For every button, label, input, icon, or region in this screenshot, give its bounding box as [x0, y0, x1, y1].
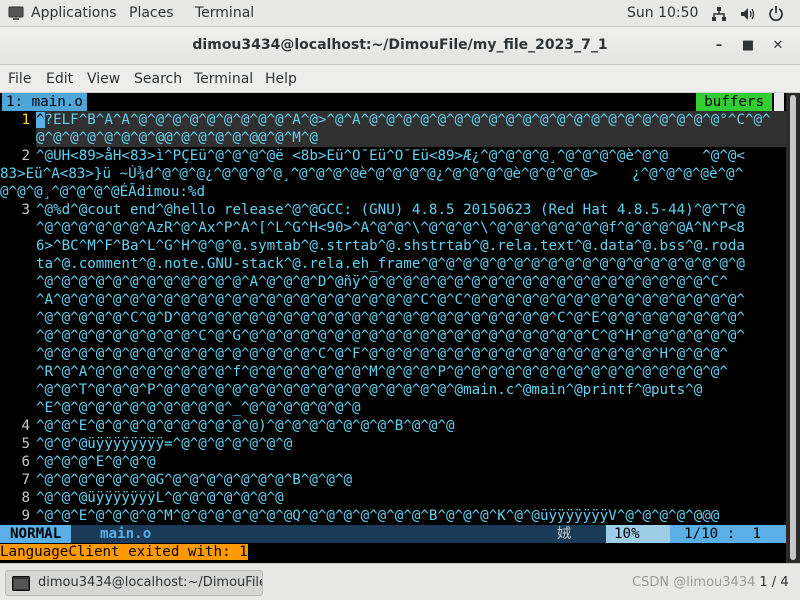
buffer-line-wrap[interactable]: 6>^BC^M^F^Ba^L^G^H^@^@^@.symtab^@.strtab…	[0, 237, 745, 255]
buffer-line[interactable]: 7 ^@^@^@^@^@^@^@G^@^@^@^@^@^@^@^B^@^@^@	[0, 471, 352, 489]
terminal-app-menu[interactable]: Terminal	[195, 5, 254, 21]
power-icon[interactable]	[768, 5, 784, 21]
line-text: ^E^@^@^@^@^@^@^@^@^@^@^_^@^@^@^@^@^@^@	[36, 400, 361, 416]
line-text: ^@^@^@^@^@^@^@^@^@^@^@^@^A^@^@^@^D^@ñÿ^@…	[36, 274, 728, 290]
buffer-line-wrap[interactable]: ^E^@^@^@^@^@^@^@^@^@^@^_^@^@^@^@^@^@^@	[0, 399, 361, 417]
buffer-line[interactable]: 1 ^?ELF^B^A^A^@^@^@^@^@^@^@^@^@^A^@>^@^A^…	[0, 111, 771, 129]
buffer-line[interactable]: 4 ^@^@^E^@^@^@^@^@^@^@^@^@^@)^@^@^@^@^@^@…	[0, 417, 455, 435]
vim-tabline: 1: main.o buffers	[0, 93, 786, 111]
clock[interactable]: Sun 10:50	[627, 5, 698, 21]
line-text: ^@^@^@^@^@^@^@^@^@^@^@^@^@^@^@^@^C^@^F^@…	[36, 346, 728, 362]
menu-search[interactable]: Search	[134, 71, 182, 87]
bottom-taskbar: dimou3434@localhost:~/DimouFile/... CSDN…	[0, 563, 800, 600]
line-text: ^@^@^@üÿÿÿÿÿÿÿÿ=^@^@^@^@^@^@^@	[36, 436, 293, 452]
buffers-label: buffers	[696, 93, 772, 111]
line-text: 83>Eü^A<83>}ü ~Ú¾d^@^@^@¿^@^@^@^@¸^@^@^@…	[0, 166, 744, 182]
minimize-button[interactable]: –	[711, 38, 727, 54]
buffer-line-wrap[interactable]: ^@^@^T^@^@^@^P^@^@^@^@^@^@^@^@^@^@^@^@^@…	[0, 381, 702, 399]
buffer-line-wrap[interactable]: @^@^@¸^@^@^@^@ÉÃdimou:%d	[0, 183, 205, 201]
buffer-line-wrap[interactable]: ^@^@^@^@^@^@^@^@^@^@^@^@^@^@^@^@^C^@^F^@…	[0, 345, 728, 363]
line-text: ^@^@^E^@^@^@^@^M^@^@^@^@^@^@^@Q^@^@^@^@^…	[36, 508, 720, 524]
menu-file[interactable]: File	[8, 71, 31, 87]
line-number: 1	[21, 112, 30, 128]
buffer-line-wrap[interactable]: ^@^@^@^@^@^@^AzR^@^Ax^P^A^[^L^G^H<90>^A^…	[0, 219, 745, 237]
status-percent: 10%	[606, 525, 670, 543]
buffer-line[interactable]: 8 ^@^@^@üÿÿÿÿÿÿÿL^@^@^@^@^@^@^@	[0, 489, 284, 507]
line-number: 2	[21, 148, 30, 164]
buffer-line-wrap[interactable]: ^A^@^@^@^@^@^@^@^@^@^@^@^@^@^@^@^@^@^@^@…	[0, 291, 745, 309]
line-text: ^@^@^@^@^@^@^@^@^@^C^@^G^@^@^@^@^@^@^@^@…	[36, 328, 745, 344]
workspace-indicator[interactable]: 1 / 4	[758, 575, 790, 590]
line-text: ^A^@^@^@^@^@^@^@^@^@^@^@^@^@^@^@^@^@^@^@…	[36, 292, 745, 308]
menu-terminal[interactable]: Terminal	[194, 71, 253, 87]
vim-statusline: NORMAL main.o 娀 10% 1/10 : 1	[0, 525, 786, 543]
tabline-separator	[774, 93, 784, 111]
line-number: 8	[21, 490, 30, 506]
terminal-scrollbar[interactable]	[786, 93, 800, 563]
line-text: @^@^@^@^@^@^@^@@^@^@^@^@^@@^@^M^@	[36, 130, 318, 146]
top-panel: Applications Places Terminal Sun 10:50	[0, 0, 800, 27]
buffer-line[interactable]: 3 ^@%d^@cout end^@hello release^@^@GCC: (…	[0, 201, 745, 219]
line-text: ^@^@^@^@^@^@^AzR^@^Ax^P^A^[^L^G^H<90>^A^…	[36, 220, 745, 236]
volume-icon[interactable]	[739, 6, 755, 22]
buffer-line-wrap[interactable]: 83>Eü^A<83>}ü ~Ú¾d^@^@^@¿^@^@^@^@¸^@^@^@…	[0, 165, 743, 183]
applications-menu[interactable]: Applications	[31, 5, 117, 21]
buffer-line[interactable]: 9 ^@^@^E^@^@^@^@^M^@^@^@^@^@^@^@Q^@^@^@^@…	[0, 507, 719, 525]
maximize-button[interactable]: ■	[740, 38, 756, 54]
line-text: ^R^@^A^@^@^@^@^@^@^@^@^f^@^@^@^@^@^@^@^M…	[36, 364, 728, 380]
line-number: 4	[21, 418, 30, 434]
tab-main-o[interactable]: 1: main.o	[2, 93, 87, 111]
status-position: 1/10 : 1	[670, 525, 786, 543]
mode-indicator: NORMAL	[0, 525, 72, 543]
buffer-line[interactable]: 2 ^@UH<89>åH<83>ì^PÇEü^@^@^@^@ë <8b>Eü^O¯…	[0, 147, 745, 165]
line-number: 6	[21, 454, 30, 470]
line-text: ^@^@^T^@^@^@^P^@^@^@^@^@^@^@^@^@^@^@^@^@…	[36, 382, 703, 398]
line-text: ^@^@^@^@^@^@^@G^@^@^@^@^@^@^@^B^@^@^@	[36, 472, 353, 488]
terminal-area[interactable]: 1: main.o buffers 1 ^?ELF^B^A^A^@^@^@^@^@…	[0, 93, 786, 563]
buffer-line[interactable]: 5 ^@^@^@üÿÿÿÿÿÿÿÿ=^@^@^@^@^@^@^@	[0, 435, 292, 453]
watermark: CSDN @limou3434	[632, 575, 756, 590]
buffer-line-wrap[interactable]: ^@^@^@^@^@^@^@^@^@^C^@^G^@^@^@^@^@^@^@^@…	[0, 327, 745, 345]
line-text: ^@^@^@üÿÿÿÿÿÿÿL^@^@^@^@^@^@^@	[36, 490, 284, 506]
line-text: ?ELF^B^A^A^@^@^@^@^@^@^@^@^@^A^@>^@^A^@^…	[44, 112, 771, 128]
menu-edit[interactable]: Edit	[46, 71, 73, 87]
terminal-icon	[12, 576, 30, 591]
line-number: 7	[21, 472, 30, 488]
network-icon[interactable]	[711, 6, 727, 22]
places-menu[interactable]: Places	[129, 5, 174, 21]
line-text: ^@^@^E^@^@^@^@^@^@^@^@^@^@)^@^@^@^@^@^@^…	[36, 418, 455, 434]
line-text: 6>^BC^M^F^Ba^L^G^H^@^@^@.symtab^@.strtab…	[36, 238, 745, 254]
taskbar-terminal-label: dimou3434@localhost:~/DimouFile/...	[38, 575, 263, 590]
taskbar-terminal-window[interactable]: dimou3434@localhost:~/DimouFile/...	[5, 570, 263, 596]
scrollbar-thumb[interactable]	[790, 95, 796, 560]
line-text: ^@^@^@^@^@^C^@^D^@^@^@^@^@^@^@^@^@^@^@^@…	[36, 310, 745, 326]
menu-bar: File Edit View Search Terminal Help	[0, 65, 800, 93]
menu-help[interactable]: Help	[265, 71, 297, 87]
line-text: ^@^@^@^E^@^@^@	[36, 454, 156, 470]
buffer-line[interactable]: 6 ^@^@^@^E^@^@^@	[0, 453, 156, 471]
menu-view[interactable]: View	[87, 71, 120, 87]
text-cursor: ^	[36, 112, 45, 128]
status-filetype: 娀	[557, 526, 572, 542]
buffer-line-wrap[interactable]: ^R^@^A^@^@^@^@^@^@^@^@^f^@^@^@^@^@^@^@^M…	[0, 363, 728, 381]
line-text: ^@%d^@cout end^@hello release^@^@GCC: (G…	[36, 202, 745, 218]
line-text: ^@UH<89>åH<83>ì^PÇEü^@^@^@^@ë <8b>Eü^O¯E…	[36, 148, 745, 164]
line-text: ta^@.comment^@.note.GNU-stack^@.rela.eh_…	[36, 256, 745, 272]
line-number: 9	[21, 508, 30, 524]
buffer-line-wrap[interactable]: ^@^@^@^@^@^@^@^@^@^@^@^@^A^@^@^@^D^@ñÿ^@…	[0, 273, 728, 291]
line-text: @^@^@¸^@^@^@^@ÉÃdimou:%d	[0, 184, 205, 200]
vim-command-line: LanguageClient exited with: 1	[0, 543, 248, 561]
window-title: dimou3434@localhost:~/DimouFile/my_file_…	[192, 37, 608, 53]
applications-icon	[8, 6, 24, 20]
window-titlebar[interactable]: dimou3434@localhost:~/DimouFile/my_file_…	[0, 27, 800, 65]
buffer-line-wrap[interactable]: ^@^@^@^@^@^C^@^D^@^@^@^@^@^@^@^@^@^@^@^@…	[0, 309, 745, 327]
buffer-line-wrap[interactable]: @^@^@^@^@^@^@^@@^@^@^@^@^@@^@^M^@	[0, 129, 318, 147]
error-message: LanguageClient exited with: 1	[0, 544, 248, 560]
close-button[interactable]: ✕	[770, 38, 786, 54]
status-filename: main.o	[100, 526, 152, 542]
line-number: 3	[21, 202, 30, 218]
buffer-line-wrap[interactable]: ta^@.comment^@.note.GNU-stack^@.rela.eh_…	[0, 255, 745, 273]
line-number: 5	[21, 436, 30, 452]
